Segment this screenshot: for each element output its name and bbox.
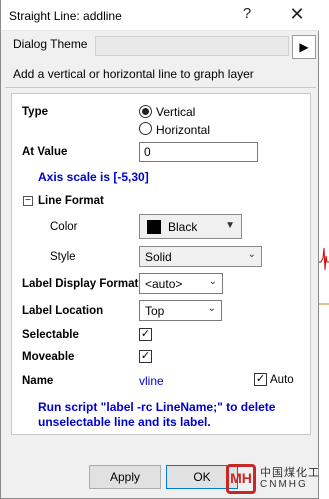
radio-vertical[interactable] (139, 105, 152, 118)
selectable-label: Selectable (22, 329, 79, 341)
chevron-down-icon: ⌄ (247, 249, 256, 260)
axis-scale-note: Axis scale is [-5,30] (38, 170, 149, 184)
color-label: Color (50, 221, 78, 233)
label-location-label: Label Location (22, 305, 104, 317)
at-value-input[interactable]: 0 (139, 142, 258, 162)
style-dropdown[interactable]: Solid ⌄ (139, 246, 262, 267)
line-format-label: Line Format (38, 195, 104, 207)
settings-panel: Type Vertical Horizontal At Value 0 Axis… (11, 93, 311, 435)
close-icon[interactable]: ✕ (284, 3, 310, 25)
theme-arrow-button[interactable]: ▶ (292, 35, 316, 59)
auto-label[interactable]: Auto (270, 374, 294, 386)
moveable-label: Moveable (22, 351, 75, 363)
dropdown-arrow-icon: ▼ (225, 220, 235, 231)
radio-horizontal-label[interactable]: Horizontal (156, 123, 210, 137)
chevron-down-icon: ⌄ (207, 303, 216, 314)
graph-background (318, 0, 329, 499)
dialog-theme-label: Dialog Theme (13, 37, 88, 51)
moveable-checkbox[interactable]: ✓ (139, 350, 152, 363)
at-value-label: At Value (22, 146, 68, 158)
apply-button[interactable]: Apply (89, 465, 161, 489)
arrow-right-icon: ▶ (299, 40, 309, 54)
radio-vertical-label[interactable]: Vertical (156, 105, 195, 119)
style-value: Solid (145, 250, 172, 264)
color-dropdown[interactable]: Black ▼ (139, 214, 242, 239)
radio-horizontal[interactable] (139, 122, 152, 135)
watermark-logo: MH (226, 464, 256, 494)
dialog-description: Add a vertical or horizontal line to gra… (13, 67, 254, 81)
name-value[interactable]: vline (139, 374, 164, 388)
style-label: Style (50, 251, 76, 263)
script-note: Run script "label -rc LineName;" to dele… (38, 400, 276, 429)
label-display-format-label: Label Display Format (22, 278, 139, 290)
label-display-format-dropdown[interactable]: <auto> ⌄ (139, 273, 223, 294)
color-value: Black (168, 220, 198, 234)
chevron-down-icon: ⌄ (208, 276, 217, 287)
color-swatch (147, 220, 161, 234)
auto-checkbox[interactable]: ✓ (254, 373, 267, 386)
help-icon[interactable]: ? (237, 5, 257, 22)
watermark-cn: 中国煤化工 (260, 467, 320, 479)
name-label: Name (22, 375, 54, 387)
at-value-text: 0 (144, 145, 151, 159)
type-label: Type (22, 106, 48, 118)
label-location-value: Top (145, 304, 165, 318)
title-bar[interactable]: Straight Line: addline ? ✕ (1, 0, 319, 31)
watermark-en: CNMHG (260, 479, 308, 490)
label-display-format-value: <auto> (145, 277, 183, 291)
label-location-dropdown[interactable]: Top ⌄ (139, 300, 222, 321)
dialog-theme-field[interactable] (95, 36, 289, 56)
selectable-checkbox[interactable]: ✓ (139, 328, 152, 341)
plot-trace (318, 247, 329, 305)
dialog-window: Straight Line: addline ? ✕ Dialog Theme … (0, 0, 319, 499)
collapse-icon[interactable]: − (23, 196, 33, 206)
watermark: MH 中国煤化工 CNMHG (226, 462, 326, 496)
separator (5, 87, 316, 88)
window-title: Straight Line: addline (9, 9, 122, 23)
